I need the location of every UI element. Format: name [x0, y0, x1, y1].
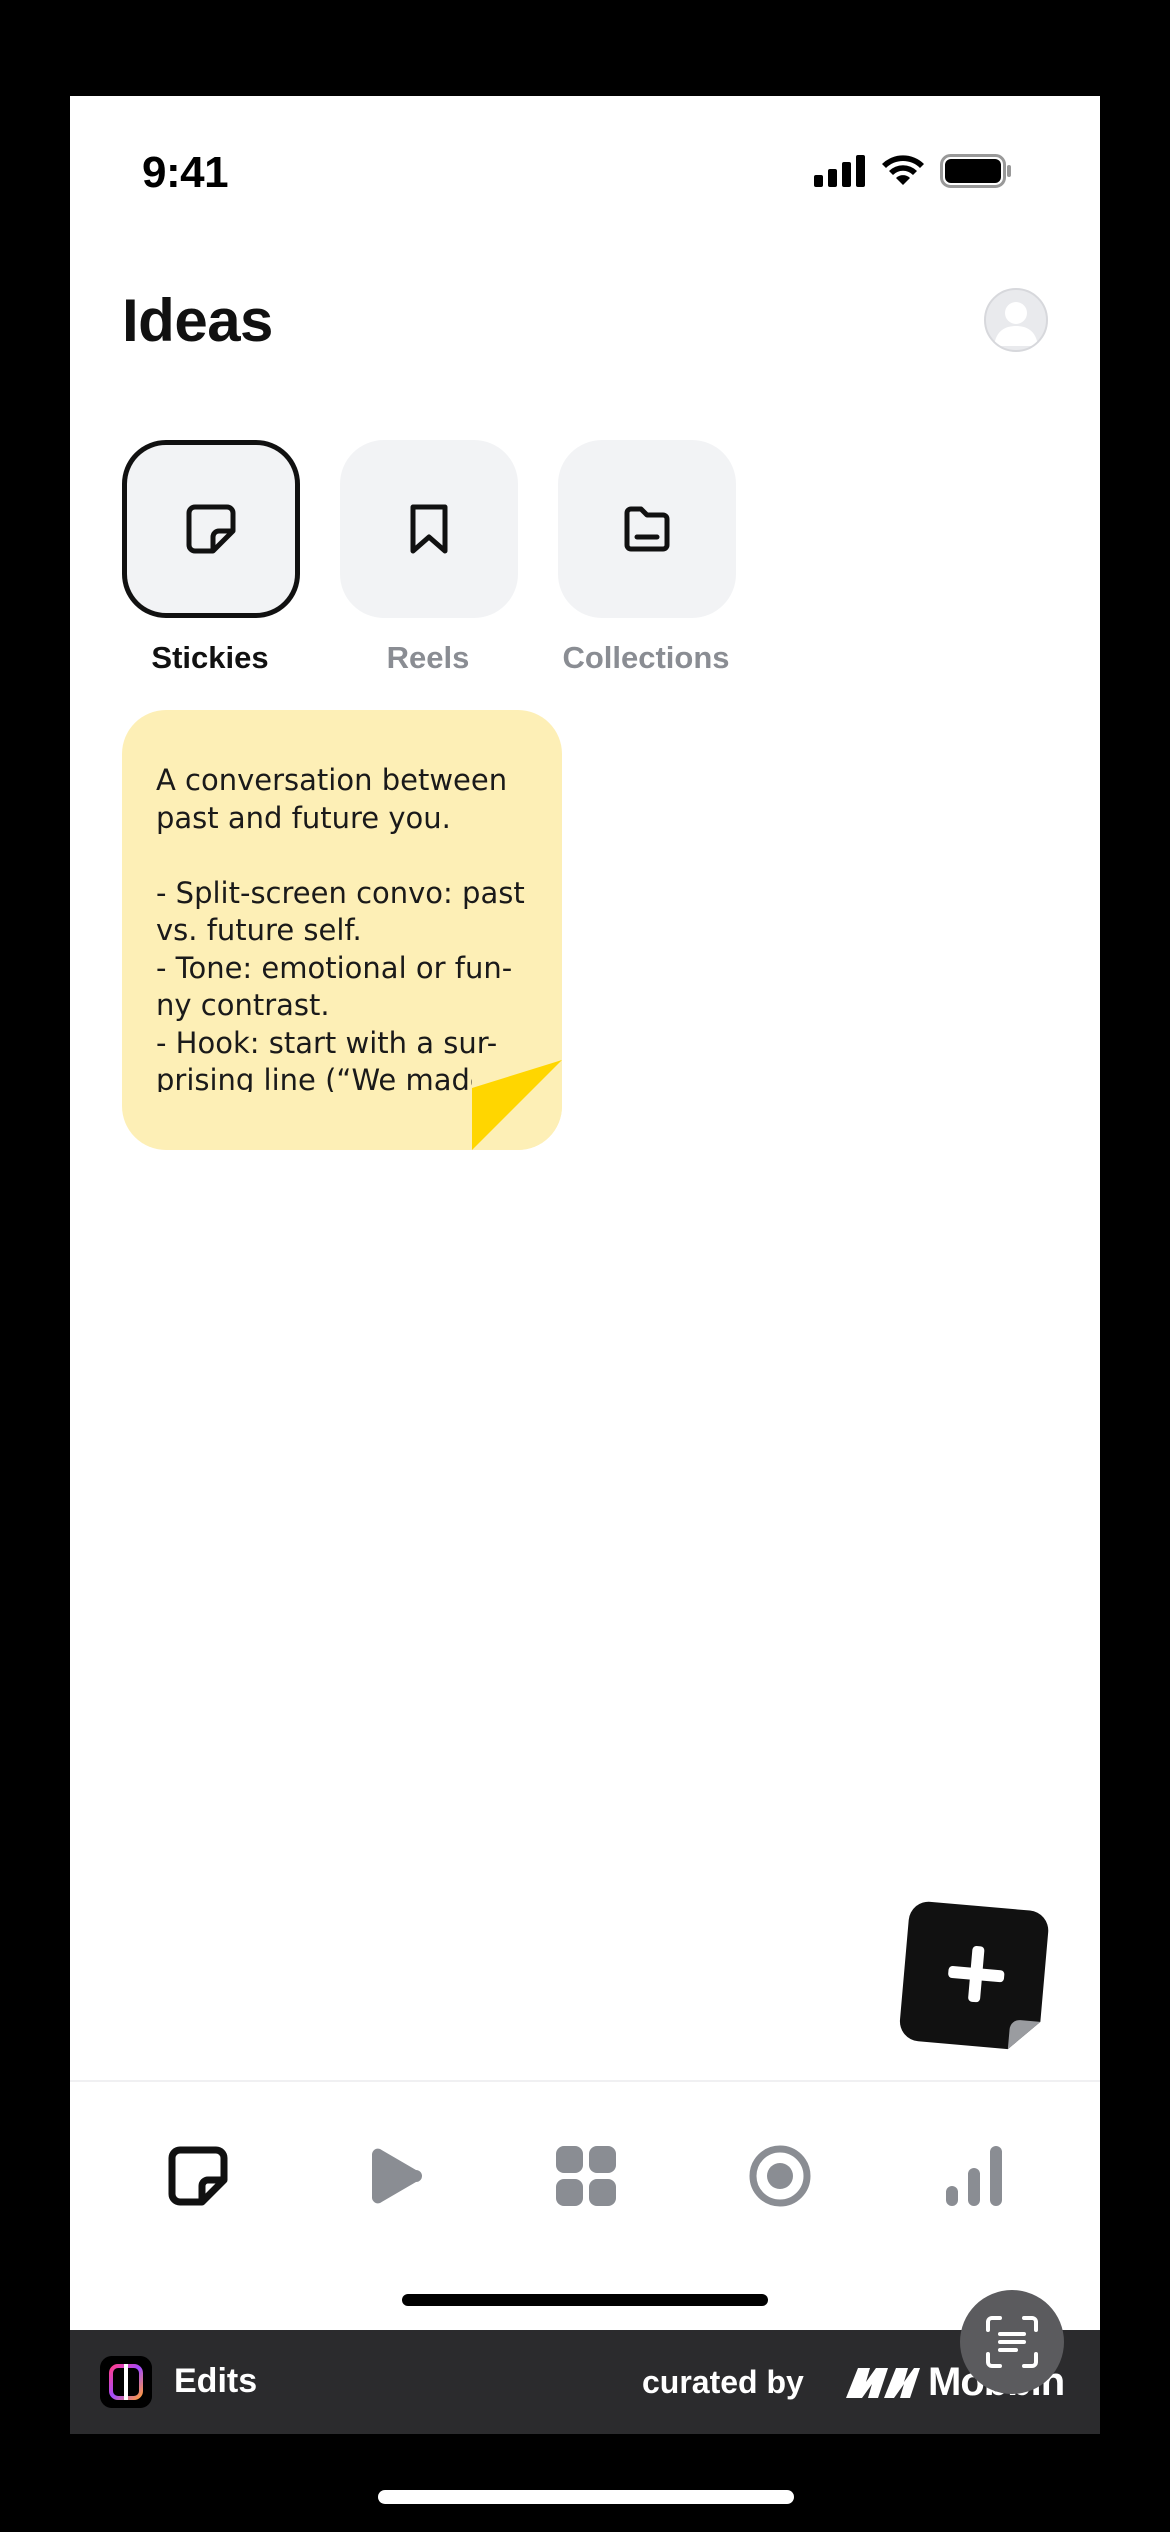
signal-icon [814, 155, 865, 187]
nav-play[interactable] [358, 2142, 426, 2210]
category-label-stickies: Stickies [151, 640, 269, 675]
status-icons [814, 154, 1012, 188]
wifi-icon [882, 155, 924, 185]
page-title: Ideas [122, 287, 273, 354]
category-label-reels: Reels [386, 640, 470, 675]
footer-app-name: Edits [174, 2362, 258, 2400]
nav-ideas[interactable] [164, 2142, 232, 2210]
device-home-bar [378, 2490, 794, 2504]
scan-button[interactable] [960, 2290, 1064, 2394]
nav-record[interactable] [746, 2142, 814, 2210]
nav-divider [70, 2080, 1100, 2082]
category-label-collections: Collections [562, 640, 730, 675]
sticky-note-icon [186, 504, 236, 554]
record-icon [749, 2145, 811, 2207]
sticky-fold-icon [472, 1060, 562, 1150]
home-indicator [402, 2294, 768, 2306]
mobbin-logo-icon [846, 2368, 920, 2398]
folder-icon [624, 506, 670, 552]
bookmark-icon [410, 504, 448, 554]
scan-text-icon [986, 2316, 1038, 2368]
sticky-note-text: A conversation between past and future y… [156, 763, 525, 1092]
avatar[interactable] [984, 288, 1048, 352]
category-collections[interactable] [558, 440, 736, 618]
footer-bar: Edits curated by Mobbin [70, 2330, 1100, 2434]
category-stickies[interactable] [122, 440, 300, 618]
nav-grid[interactable] [552, 2142, 620, 2210]
add-note-button[interactable] [896, 1898, 1054, 2056]
footer-curated-by: curated by [642, 2364, 804, 2400]
play-icon [372, 2148, 422, 2204]
battery-icon [940, 154, 1011, 188]
person-icon [994, 302, 1038, 346]
edits-logo-icon [100, 2356, 152, 2408]
sticky-note-icon [168, 2146, 228, 2206]
nav-insights[interactable] [940, 2142, 1008, 2210]
category-reels[interactable] [340, 440, 518, 618]
sticky-note-card[interactable]: A conversation between past and future y… [122, 710, 562, 1150]
bar-chart-icon [946, 2146, 1002, 2206]
grid-icon [556, 2146, 616, 2206]
status-time: 9:41 [142, 148, 229, 197]
